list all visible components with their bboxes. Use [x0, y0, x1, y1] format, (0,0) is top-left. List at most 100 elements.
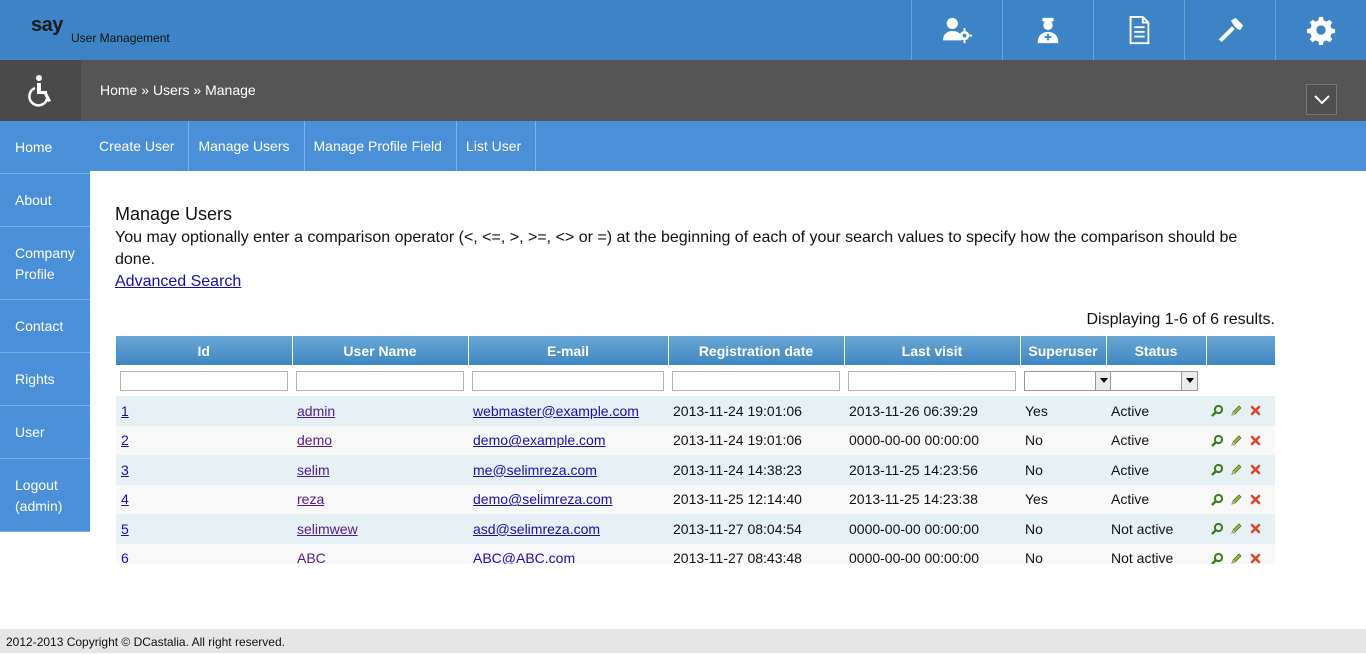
doctor-icon[interactable] [1002, 0, 1093, 60]
sidebar-item-about[interactable]: About [0, 174, 90, 227]
cell-status: Active [1106, 484, 1206, 514]
filter-registration-date-input[interactable] [672, 370, 840, 391]
email-link[interactable]: asd@selimreza.com [473, 521, 600, 537]
collapse-toggle-button[interactable] [1306, 84, 1337, 115]
user-id-link[interactable]: 2 [121, 432, 129, 448]
filter-last-visit-input[interactable] [848, 370, 1016, 391]
table-row: 3 selim me@selimreza.com 2013-11-24 14:38:2… [116, 455, 1275, 485]
advanced-search-link[interactable]: Advanced Search [115, 271, 241, 293]
cell-actions [1206, 543, 1275, 564]
sidebar-item-logout[interactable]: Logout (admin) [0, 459, 90, 532]
column-header-status[interactable]: Status [1106, 336, 1207, 365]
username-link[interactable]: demo [297, 432, 332, 448]
view-icon[interactable] [1211, 463, 1224, 477]
table-body: 1 admin webmaster@example.com 2013-11-24 19… [116, 396, 1275, 564]
user-id-link[interactable]: 3 [121, 462, 129, 478]
user-id-link[interactable]: 5 [121, 521, 129, 537]
user-id-link[interactable]: 1 [121, 403, 129, 419]
cell-last-visit: 0000-00-00 00:00:00 [844, 543, 1020, 564]
chevron-down-icon [1181, 371, 1197, 390]
cell-status: Not active [1106, 543, 1206, 564]
gear-icon[interactable] [1275, 0, 1366, 60]
delete-icon[interactable] [1249, 552, 1262, 564]
email-link[interactable]: me@selimreza.com [473, 462, 597, 478]
tab-create-user[interactable]: Create User [90, 121, 190, 171]
username-link[interactable]: admin [297, 403, 335, 419]
cell-username: selim [292, 455, 468, 485]
delete-icon[interactable] [1249, 434, 1262, 447]
delete-icon[interactable] [1249, 522, 1262, 535]
column-header-actions [1206, 336, 1275, 365]
email-link[interactable]: demo@selimreza.com [473, 491, 612, 507]
cell-username: ABC [292, 543, 468, 564]
filter-row [116, 365, 1275, 396]
breadcrumb-bar: Home » Users » Manage [0, 60, 1366, 121]
table-row: 2 demo demo@example.com 2013-11-24 19:01:06… [116, 425, 1275, 455]
table-row: 6 ABC ABC@ABC.com 2013-11-27 08:43:48 0000-0… [116, 543, 1275, 564]
edit-icon[interactable] [1230, 493, 1243, 506]
tab-list-user[interactable]: List User [457, 121, 537, 171]
brand-logo[interactable]: say [31, 14, 63, 36]
user-id-link[interactable]: 4 [121, 491, 129, 507]
filter-username-input[interactable] [296, 370, 464, 391]
chevron-down-icon [1313, 94, 1330, 104]
tab-manage-profile-field[interactable]: Manage Profile Field [305, 121, 457, 171]
filter-superuser-select[interactable] [1024, 370, 1112, 391]
view-icon[interactable] [1211, 404, 1224, 418]
sidebar-item-contact[interactable]: Contact [0, 300, 90, 353]
email-link[interactable]: webmaster@example.com [473, 403, 639, 419]
column-header-username[interactable]: User Name [292, 336, 469, 365]
sidebar-item-rights[interactable]: Rights [0, 353, 90, 406]
edit-icon[interactable] [1230, 522, 1243, 535]
cell-status: Active [1106, 396, 1206, 426]
username-link[interactable]: selimwew [297, 521, 358, 537]
sidebar-item-company-profile[interactable]: Company Profile [0, 227, 90, 300]
username-link[interactable]: reza [297, 491, 324, 507]
edit-icon[interactable] [1230, 552, 1243, 564]
view-icon[interactable] [1211, 522, 1224, 536]
view-icon[interactable] [1211, 493, 1224, 506]
view-icon[interactable] [1211, 552, 1224, 564]
edit-icon[interactable] [1230, 404, 1243, 417]
username-link[interactable]: ABC [297, 550, 326, 564]
users-table: Id User Name E-mail Registration date La… [116, 336, 1275, 564]
sidebar-item-home[interactable]: Home [0, 121, 90, 174]
breadcrumb-users[interactable]: Users [153, 82, 190, 98]
cell-status: Not active [1106, 514, 1206, 544]
email-link[interactable]: ABC@ABC.com [473, 550, 575, 564]
username-link[interactable]: selim [297, 462, 330, 478]
view-icon[interactable] [1211, 434, 1224, 447]
column-header-last-visit[interactable]: Last visit [844, 336, 1021, 365]
column-header-id[interactable]: Id [116, 336, 293, 365]
users-gear-icon[interactable] [911, 0, 1002, 60]
tab-manage-users[interactable]: Manage Users [189, 121, 305, 171]
edit-icon[interactable] [1230, 434, 1243, 447]
email-link[interactable]: demo@example.com [473, 432, 606, 448]
filter-status-select[interactable] [1110, 370, 1198, 391]
delete-icon[interactable] [1249, 404, 1262, 417]
wheelchair-icon[interactable] [0, 60, 81, 121]
filter-id-input[interactable] [120, 370, 288, 391]
cell-actions [1206, 425, 1275, 455]
table-row: 1 admin webmaster@example.com 2013-11-24 19… [116, 396, 1275, 426]
filter-email-input[interactable] [472, 370, 664, 391]
cell-email: webmaster@example.com [468, 396, 668, 426]
cell-email: ABC@ABC.com [468, 543, 668, 564]
cell-id: 5 [116, 514, 292, 544]
brand[interactable]: say User Management [31, 14, 170, 45]
edit-icon[interactable] [1230, 463, 1243, 476]
column-header-superuser[interactable]: Superuser [1020, 336, 1107, 365]
cell-registration-date: 2013-11-24 19:01:06 [668, 425, 844, 455]
table-row: 5 selimwew asd@selimreza.com 2013-11-27 08:… [116, 514, 1275, 544]
sidebar-item-user[interactable]: User [0, 406, 90, 459]
page-description: You may optionally enter a comparison op… [115, 229, 1238, 268]
document-icon[interactable] [1093, 0, 1184, 60]
brand-subtitle: User Management [71, 31, 170, 45]
column-header-registration-date[interactable]: Registration date [668, 336, 845, 365]
delete-icon[interactable] [1249, 463, 1262, 476]
breadcrumb-home[interactable]: Home [100, 82, 137, 98]
column-header-email[interactable]: E-mail [468, 336, 669, 365]
user-id-link[interactable]: 6 [121, 550, 129, 564]
delete-icon[interactable] [1249, 493, 1262, 506]
tools-icon[interactable] [1184, 0, 1275, 60]
